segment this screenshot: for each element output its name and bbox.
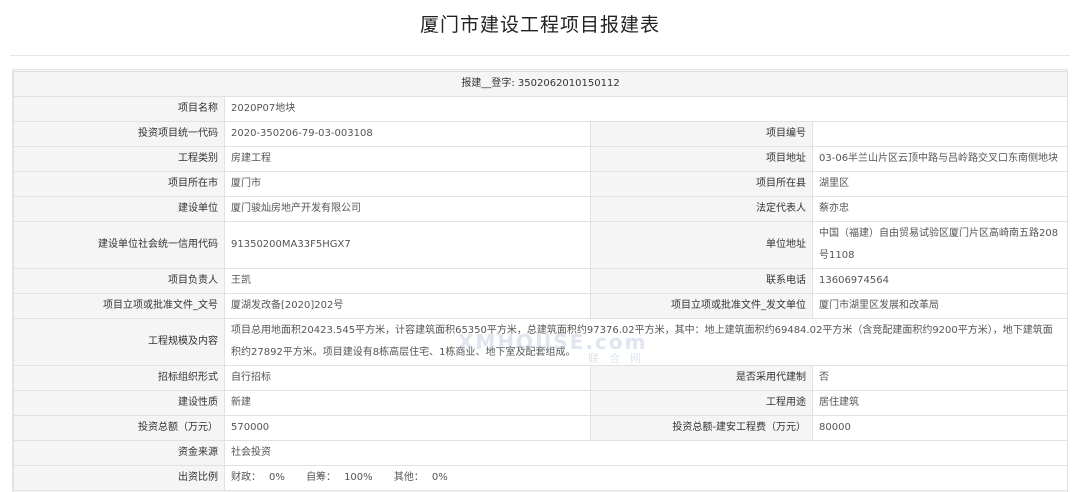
city-label: 项目所在市 — [13, 171, 225, 197]
unit-address-label: 单位地址 — [590, 221, 813, 269]
other-ratio-label: 其他： — [393, 472, 424, 483]
legal-rep-label: 法定代表人 — [590, 196, 813, 222]
project-number-value — [811, 121, 1069, 147]
city-value: 厦门市 — [224, 171, 591, 197]
usage-label: 工程用途 — [590, 390, 813, 416]
approval-doc-label: 项目立项或批准文件_文号 — [13, 293, 225, 319]
bidding-form-label: 招标组织形式 — [13, 365, 225, 391]
page-title: 厦门市建设工程项目报建表 — [419, 14, 660, 36]
manager-value: 王凯 — [224, 268, 591, 294]
table-row: 资金来源 社会投资 — [13, 440, 1069, 466]
other-ratio-value: 0% — [431, 472, 448, 483]
project-registration-table: 报建__登字: 3502062010150112 项目名称 2020P07地块 … — [12, 71, 1069, 491]
manager-label: 项目负责人 — [13, 268, 225, 294]
table-row: 工程规模及内容 项目总用地面积20423.545平方米，计容建筑面积65350平… — [13, 318, 1069, 366]
table-row: 项目所在市 厦门市 项目所在县 湖里区 — [13, 171, 1069, 197]
self-ratio-label: 自筹： — [306, 472, 337, 483]
builder-value: 厦门骏灿房地产开发有限公司 — [224, 196, 591, 222]
table-header-row: 报建__登字: 3502062010150112 — [12, 71, 1069, 97]
legal-rep-value: 蔡亦忠 — [811, 196, 1069, 222]
project-name-label: 项目名称 — [13, 96, 225, 122]
nature-value: 新建 — [224, 390, 591, 416]
table-row: 项目负责人 王凯 联系电话 13606974564 — [13, 268, 1069, 294]
approval-doc-value: 厦湖发改备[2020]202号 — [224, 293, 591, 319]
install-fee-label: 投资总额-建安工程费（万元） — [590, 415, 813, 441]
phone-label: 联系电话 — [590, 268, 813, 294]
phone-value: 13606974564 — [811, 268, 1069, 294]
address-label: 项目地址 — [590, 146, 813, 172]
ratio-label: 出资比例 — [13, 465, 225, 491]
unit-address-value: 中国（福建）自由贸易试验区厦门片区高崎南五路208号1108 — [811, 221, 1069, 269]
approval-unit-label: 项目立项或批准文件_发文单位 — [590, 293, 813, 319]
scale-label: 工程规模及内容 — [13, 318, 225, 366]
unified-code-value: 2020-350206-79-03-003108 — [224, 121, 591, 147]
scale-value: 项目总用地面积20423.545平方米，计容建筑面积65350平方米，总建筑面积… — [223, 318, 1069, 366]
table-row: 投资总额（万元） 570000 投资总额-建安工程费（万元） 80000 — [13, 415, 1069, 441]
project-number-label: 项目编号 — [590, 121, 813, 147]
credit-code-label: 建设单位社会统一信用代码 — [13, 221, 225, 269]
nature-label: 建设性质 — [13, 390, 225, 416]
address-value: 03-06半兰山片区云顶中路与吕岭路交叉口东南侧地块 — [811, 146, 1069, 172]
table-row: 建设性质 新建 工程用途 居住建筑 — [13, 390, 1069, 416]
title-divider — [10, 55, 1070, 56]
table-row: 项目名称 2020P07地块 — [13, 96, 1069, 122]
table-row: 投资项目统一代码 2020-350206-79-03-003108 项目编号 — [13, 121, 1069, 147]
fiscal-ratio-value: 0% — [269, 472, 285, 483]
agent-value: 否 — [811, 365, 1069, 391]
table-row: 工程类别 房建工程 项目地址 03-06半兰山片区云顶中路与吕岭路交叉口东南侧地… — [13, 146, 1069, 172]
county-value: 湖里区 — [811, 171, 1069, 197]
fund-source-label: 资金来源 — [13, 440, 225, 466]
project-name-value: 2020P07地块 — [223, 96, 1069, 122]
install-fee-value: 80000 — [811, 415, 1069, 441]
bidding-form-value: 自行招标 — [224, 365, 591, 391]
category-label: 工程类别 — [13, 146, 225, 172]
credit-code-value: 91350200MA33F5HGX7 — [224, 221, 591, 269]
self-ratio-value: 100% — [344, 472, 373, 483]
total-invest-value: 570000 — [224, 415, 591, 441]
category-value: 房建工程 — [224, 146, 591, 172]
builder-label: 建设单位 — [13, 196, 225, 222]
registration-number: 报建__登字: 3502062010150112 — [12, 71, 1069, 97]
unified-code-label: 投资项目统一代码 — [13, 121, 225, 147]
approval-unit-value: 厦门市湖里区发展和改革局 — [811, 293, 1069, 319]
table-row: 项目立项或批准文件_文号 厦湖发改备[2020]202号 项目立项或批准文件_发… — [13, 293, 1069, 319]
table-row: 建设单位社会统一信用代码 91350200MA33F5HGX7 单位地址 中国（… — [13, 221, 1069, 269]
table-row: 出资比例 财政： 0% 自筹： 100% 其他： 0% — [13, 465, 1069, 491]
ratio-value: 财政： 0% 自筹： 100% 其他： 0% — [223, 465, 1069, 491]
fund-source-value: 社会投资 — [223, 440, 1069, 466]
total-invest-label: 投资总额（万元） — [13, 415, 225, 441]
usage-value: 居住建筑 — [811, 390, 1069, 416]
fiscal-ratio-label: 财政： — [231, 472, 261, 483]
table-row: 建设单位 厦门骏灿房地产开发有限公司 法定代表人 蔡亦忠 — [13, 196, 1069, 222]
agent-label: 是否采用代建制 — [590, 365, 813, 391]
table-row: 招标组织形式 自行招标 是否采用代建制 否 — [13, 365, 1069, 391]
county-label: 项目所在县 — [590, 171, 813, 197]
